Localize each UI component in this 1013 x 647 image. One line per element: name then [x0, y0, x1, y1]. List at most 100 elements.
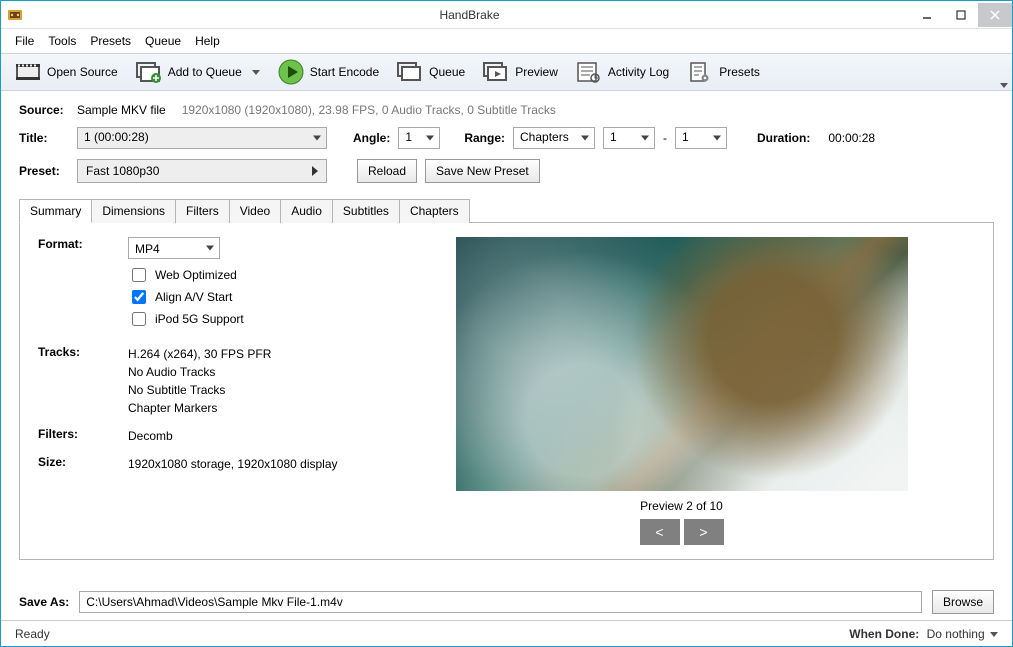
close-button[interactable]	[978, 3, 1012, 27]
statusbar: Ready When Done: Do nothing	[1, 620, 1012, 646]
ipod5g-label: iPod 5G Support	[155, 310, 244, 328]
presets-label: Presets	[719, 65, 760, 79]
preview-caption: Preview 2 of 10	[640, 499, 723, 513]
queue-button[interactable]: Queue	[393, 58, 469, 86]
window-title: HandBrake	[29, 8, 910, 22]
reload-button[interactable]: Reload	[357, 159, 417, 183]
preview-prev-button[interactable]: <	[640, 519, 680, 545]
angle-value: 1	[405, 130, 412, 144]
chevron-down-icon	[206, 246, 214, 251]
angle-label: Angle:	[353, 131, 390, 145]
tracks-line-3: No Subtitle Tracks	[128, 381, 358, 399]
when-done-select[interactable]: Do nothing	[927, 627, 998, 641]
start-encode-button[interactable]: Start Encode	[274, 58, 383, 86]
start-encode-label: Start Encode	[310, 65, 379, 79]
preview-label: Preview	[515, 65, 558, 79]
menu-tools[interactable]: Tools	[42, 32, 82, 50]
activity-log-button[interactable]: Activity Log	[572, 58, 673, 86]
chevron-down-icon	[713, 136, 721, 141]
status-text: Ready	[15, 627, 50, 641]
save-as-input[interactable]	[79, 591, 922, 613]
menu-presets[interactable]: Presets	[84, 32, 137, 50]
chevron-right-icon	[312, 166, 318, 176]
preset-value: Fast 1080p30	[86, 164, 159, 178]
save-as-label: Save As:	[19, 595, 69, 609]
title-select[interactable]: 1 (00:00:28)	[77, 127, 327, 149]
align-av-checkbox[interactable]	[132, 290, 146, 304]
add-to-queue-label: Add to Queue	[168, 65, 242, 79]
chapter-from-value: 1	[610, 130, 617, 144]
activity-log-label: Activity Log	[608, 65, 669, 79]
chevron-down-icon	[426, 136, 434, 141]
source-label: Source:	[19, 103, 69, 117]
web-optimized-checkbox[interactable]	[132, 268, 146, 282]
menubar: File Tools Presets Queue Help	[1, 29, 1012, 53]
preset-select[interactable]: Fast 1080p30	[77, 159, 327, 183]
chapter-dash: -	[663, 131, 667, 145]
source-info: 1920x1080 (1920x1080), 23.98 FPS, 0 Audi…	[182, 103, 556, 117]
app-icon	[7, 7, 23, 23]
web-optimized-label: Web Optimized	[155, 266, 237, 284]
save-new-preset-button[interactable]: Save New Preset	[425, 159, 540, 183]
size-value: 1920x1080 storage, 1920x1080 display	[128, 455, 358, 473]
duration-value: 00:00:28	[828, 131, 875, 145]
tab-chapters[interactable]: Chapters	[399, 199, 470, 223]
chevron-down-icon	[252, 70, 260, 75]
play-icon	[278, 60, 304, 84]
queue-add-icon	[136, 60, 162, 84]
range-label: Range:	[464, 131, 505, 145]
film-icon	[15, 60, 41, 84]
menu-file[interactable]: File	[9, 32, 40, 50]
queue-icon	[397, 60, 423, 84]
when-done-value: Do nothing	[927, 627, 985, 641]
chapter-to-value: 1	[682, 130, 689, 144]
ipod5g-checkbox[interactable]	[132, 312, 146, 326]
source-row: Source: Sample MKV file 1920x1080 (1920x…	[19, 103, 994, 117]
maximize-button[interactable]	[944, 3, 978, 27]
tracks-label: Tracks:	[38, 345, 128, 417]
title-select-value: 1 (00:00:28)	[84, 130, 149, 144]
add-to-queue-button[interactable]: Add to Queue	[132, 58, 264, 86]
title-label: Title:	[19, 131, 69, 145]
open-source-label: Open Source	[47, 65, 118, 79]
tab-video[interactable]: Video	[229, 199, 281, 223]
tab-filters[interactable]: Filters	[175, 199, 230, 223]
tracks-line-4: Chapter Markers	[128, 399, 358, 417]
align-av-label: Align A/V Start	[155, 288, 232, 306]
toolbar: Open Source Add to Queue Start Encode Qu…	[1, 53, 1012, 91]
tab-audio[interactable]: Audio	[280, 199, 333, 223]
tracks-line-1: H.264 (x264), 30 FPS PFR	[128, 345, 358, 363]
preset-row: Preset: Fast 1080p30 Reload Save New Pre…	[19, 159, 994, 183]
log-icon	[576, 60, 602, 84]
range-value: Chapters	[520, 130, 569, 144]
save-row: Save As: Browse	[1, 580, 1012, 620]
filters-summary-label: Filters:	[38, 427, 128, 445]
tab-dimensions[interactable]: Dimensions	[91, 199, 176, 223]
chevron-down-icon	[641, 136, 649, 141]
menu-queue[interactable]: Queue	[139, 32, 187, 50]
size-label: Size:	[38, 455, 128, 473]
browse-button[interactable]: Browse	[932, 590, 994, 614]
minimize-button[interactable]	[910, 3, 944, 27]
presets-icon	[687, 60, 713, 84]
tab-summary[interactable]: Summary	[19, 199, 92, 223]
presets-button[interactable]: Presets	[683, 58, 764, 86]
chevron-down-icon	[990, 632, 998, 637]
tab-subtitles[interactable]: Subtitles	[332, 199, 400, 223]
filters-summary-value: Decomb	[128, 427, 358, 445]
title-row: Title: 1 (00:00:28) Angle: 1 Range: Chap…	[19, 127, 994, 149]
preview-button[interactable]: Preview	[479, 58, 562, 86]
tabs: Summary Dimensions Filters Video Audio S…	[19, 199, 994, 223]
open-source-button[interactable]: Open Source	[11, 58, 122, 86]
format-value: MP4	[135, 242, 160, 256]
tracks-line-2: No Audio Tracks	[128, 363, 358, 381]
toolbar-overflow-icon[interactable]	[1000, 83, 1008, 88]
when-done-label: When Done:	[849, 627, 919, 641]
preview-next-button[interactable]: >	[684, 519, 724, 545]
menu-help[interactable]: Help	[189, 32, 226, 50]
format-label: Format:	[38, 237, 128, 331]
tab-panel-summary: Format: MP4 Web Optimized	[19, 222, 994, 560]
source-name: Sample MKV file	[77, 103, 166, 117]
chevron-down-icon	[313, 136, 321, 141]
queue-label: Queue	[429, 65, 465, 79]
